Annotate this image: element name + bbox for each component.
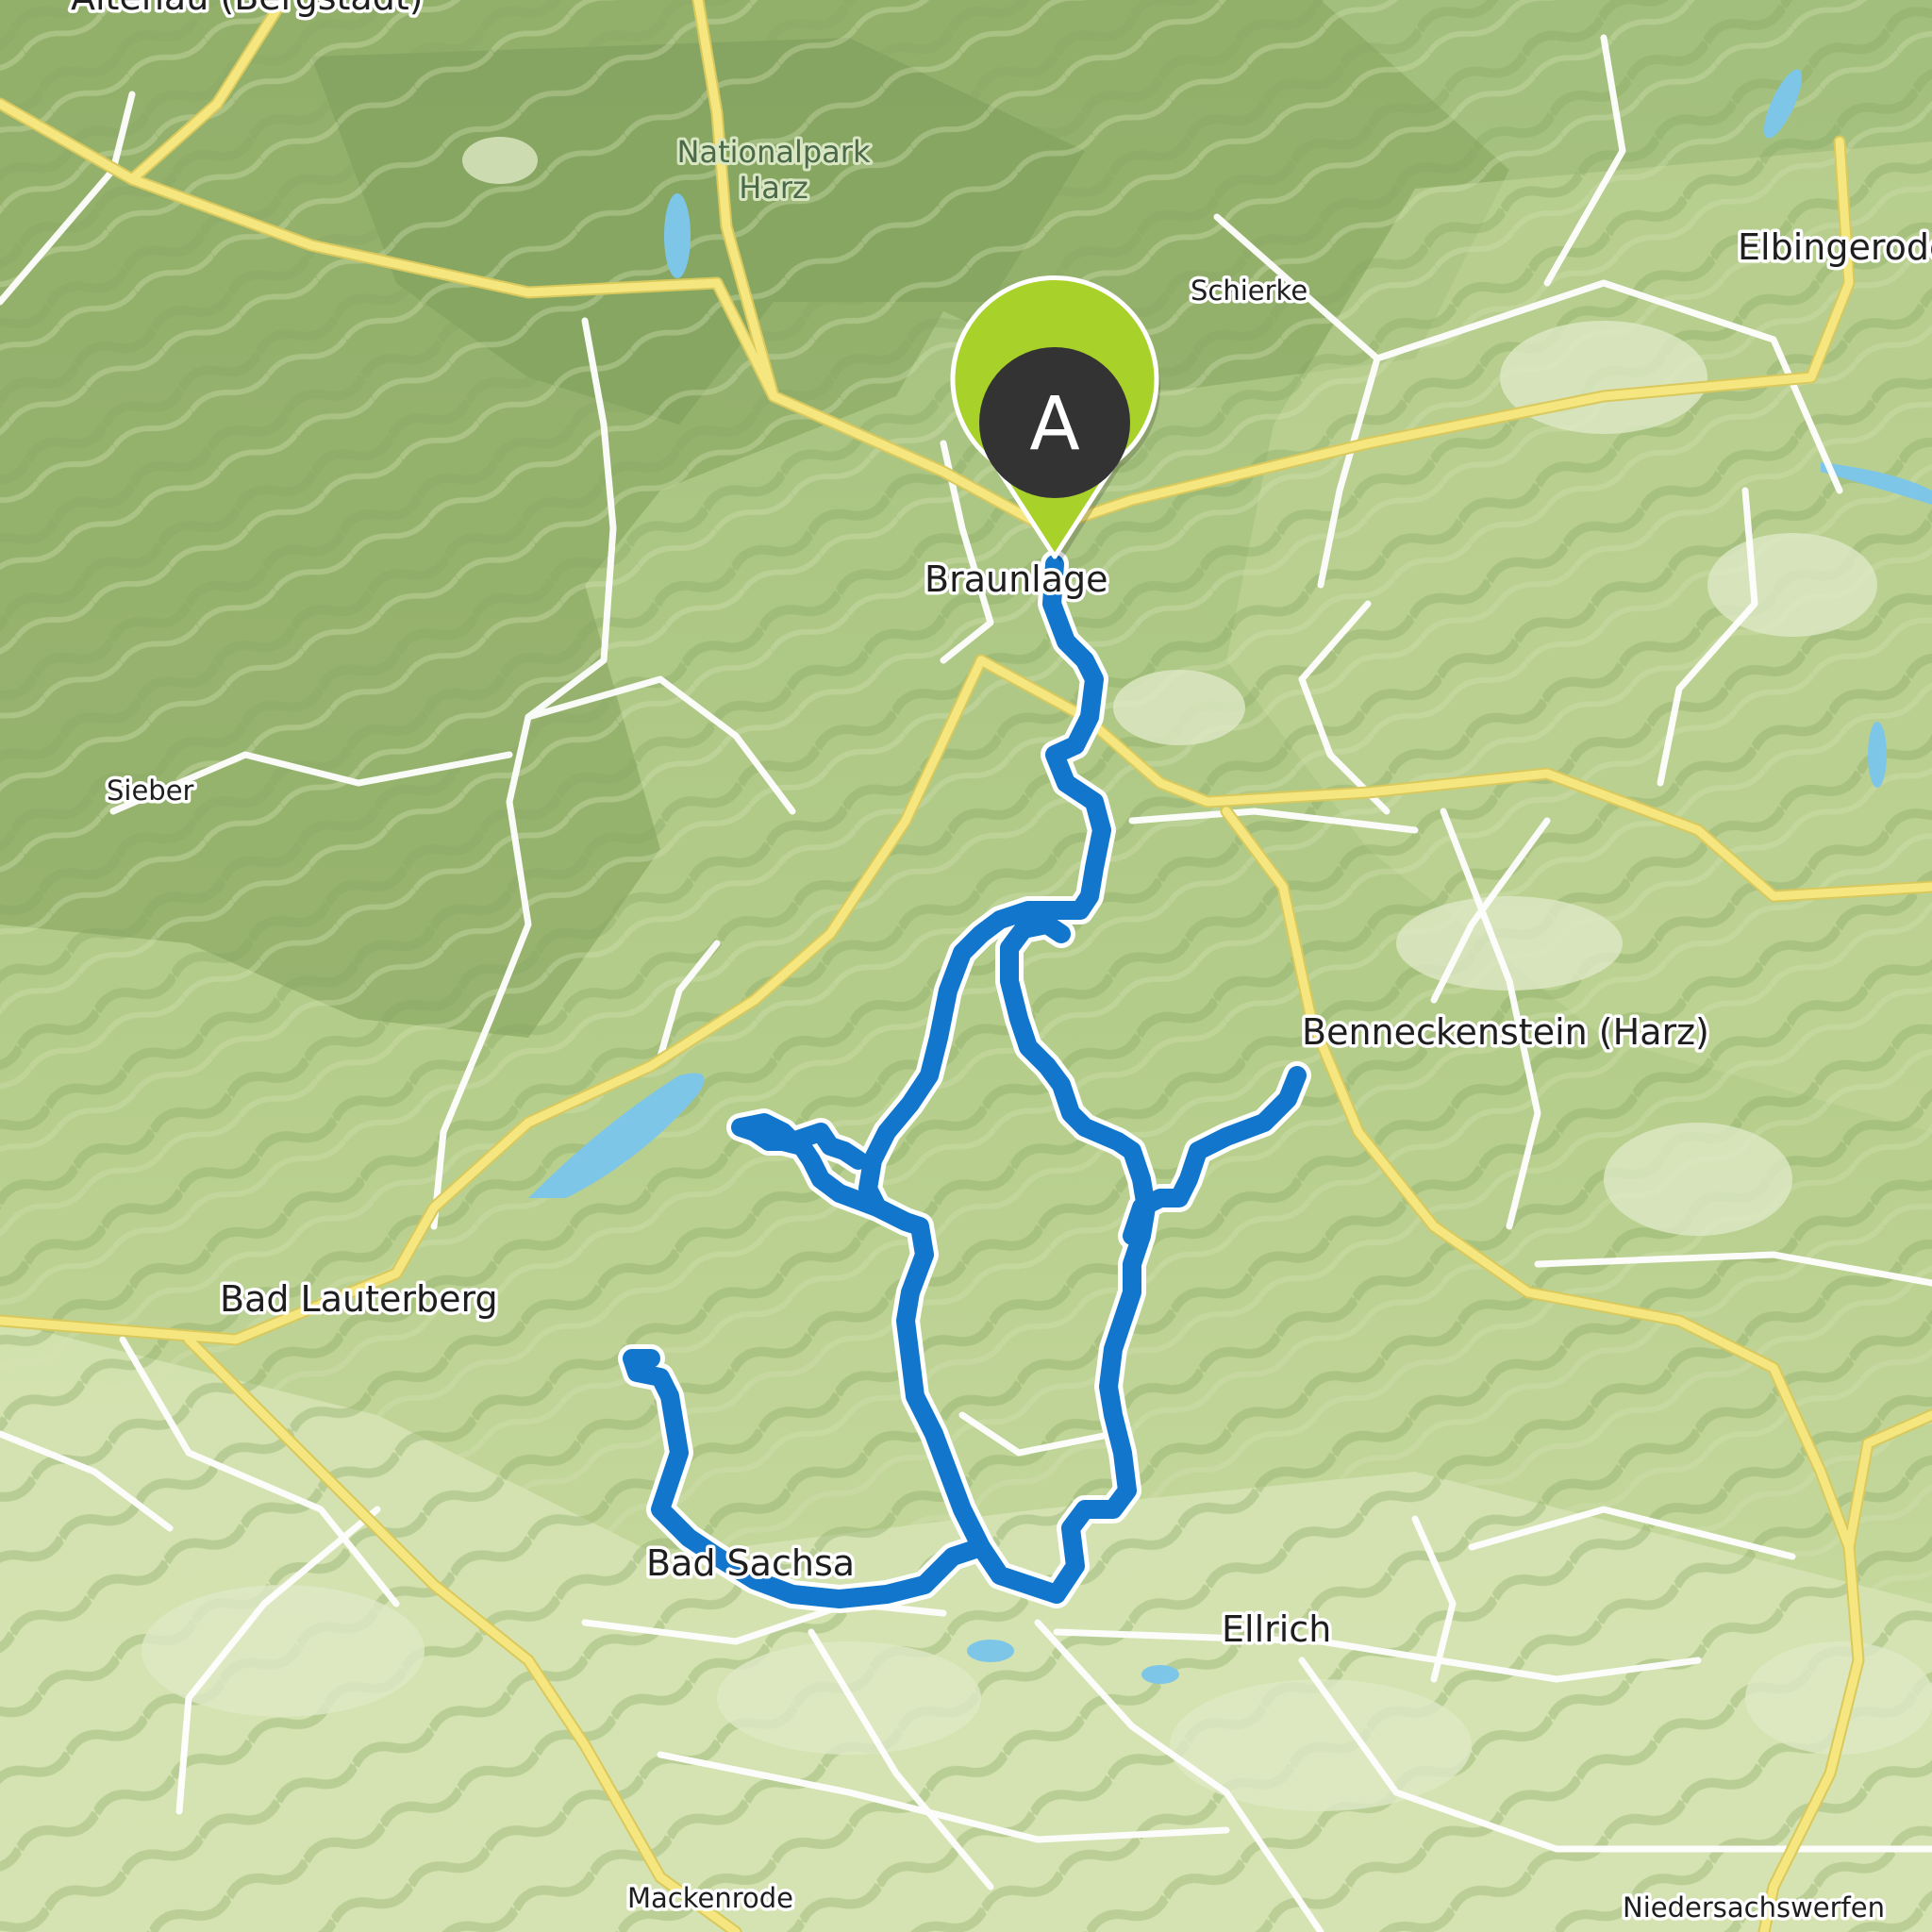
label-bad-lauterberg: Bad Lauterberg (220, 1278, 498, 1320)
label-benneckenstein: Benneckenstein (Harz) (1302, 1011, 1709, 1053)
label-mackenrode: Mackenrode (627, 1882, 793, 1914)
map-canvas[interactable]: Altenau (Bergstadt) Nationalpark Harz Sc… (0, 0, 1932, 1932)
label-braunlage: Braunlage (924, 558, 1108, 600)
label-sieber: Sieber (107, 774, 194, 807)
label-nationalpark-harz: Harz (739, 170, 808, 206)
label-altenau: Altenau (Bergstadt) (71, 0, 424, 18)
map-view[interactable]: Altenau (Bergstadt) Nationalpark Harz Sc… (0, 0, 1932, 1932)
label-elbingerode: Elbingerode (1738, 226, 1932, 268)
label-ellrich: Ellrich (1222, 1608, 1331, 1650)
label-nationalpark: Nationalpark (677, 134, 871, 170)
label-bad-sachsa: Bad Sachsa (646, 1542, 855, 1584)
marker-letter: A (1029, 382, 1079, 467)
label-schierke: Schierke (1191, 275, 1307, 307)
label-niedersachswerfen: Niedersachswerfen (1623, 1891, 1885, 1924)
